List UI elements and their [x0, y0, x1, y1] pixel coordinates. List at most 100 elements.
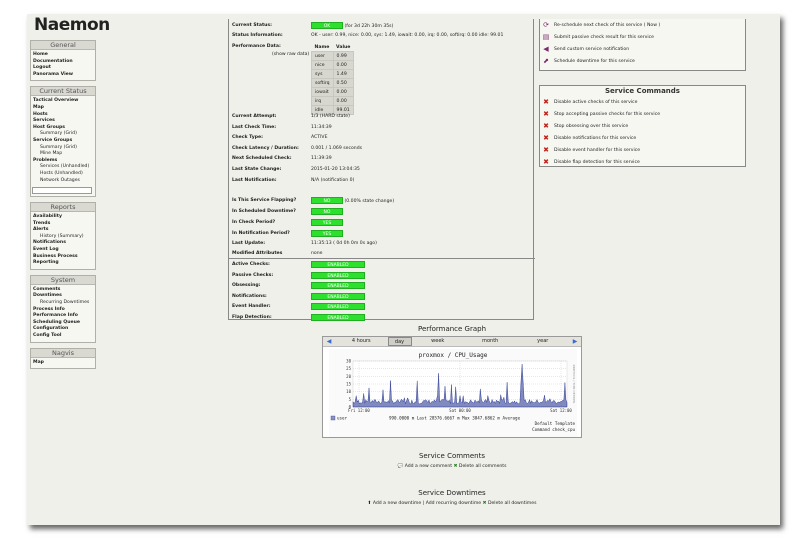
y-tick-label: 5: [349, 397, 352, 402]
perf-data-label: Performance Data:: [232, 44, 281, 49]
sidebar-link[interactable]: Recurring Downtimes: [33, 300, 94, 307]
sidebar-link[interactable]: Services (Unhandled): [33, 164, 94, 171]
toggle-row: ENABLED: [311, 282, 365, 289]
sidebar-link[interactable]: Home: [33, 52, 94, 59]
disable-x-icon: ✖: [543, 98, 549, 106]
toggle-row: ENABLED: [311, 292, 365, 300]
delete-comments-icon: ✖: [453, 464, 458, 469]
y-tick-label: 25: [346, 366, 351, 371]
enabled-badge[interactable]: ENABLED: [311, 313, 365, 321]
enabled-badge[interactable]: ENABLED: [311, 292, 365, 300]
y-tick-label: 10: [346, 389, 351, 394]
sidebar-link[interactable]: Mine Map: [33, 151, 94, 158]
prev-arrow-icon[interactable]: ◀: [323, 338, 335, 345]
perf-value: 0.00: [332, 60, 354, 70]
legend-stats: 990.0000 m Last 28576.6667 m Max 3847.68…: [389, 416, 521, 421]
sidebar-section-title: System: [31, 275, 95, 285]
performance-graph: ◀ 4 hours day week month year ▶ proxmox / CP…: [322, 336, 582, 438]
graph-timespan-tabs: ◀ 4 hours day week month year ▶: [323, 337, 581, 347]
toggle-label: Obsessing:: [232, 283, 261, 288]
disable-x-icon: ✖: [543, 134, 549, 142]
divider: [229, 258, 535, 259]
disable-x-icon: ✖: [543, 158, 549, 166]
service-command-link[interactable]: ▤ Submit passive check result for this se…: [540, 31, 745, 43]
sidebar-link[interactable]: Map: [33, 105, 94, 112]
command-label: Disable event handler for this service: [554, 147, 641, 153]
service-command-link[interactable]: ⟳ Re-schedule next check of this service …: [540, 19, 745, 31]
sidebar-link[interactable]: Event Log: [33, 247, 94, 254]
flapping-badge: NO: [311, 197, 343, 204]
timespan-tab[interactable]: month: [464, 337, 517, 346]
sidebar-link[interactable]: Performance Info: [33, 313, 94, 320]
service-downtimes-title: Service Downtimes: [418, 489, 486, 497]
perf-row: iowait 0.00: [311, 87, 354, 97]
add-recurring-downtime-link[interactable]: Add recurring downtime: [426, 501, 481, 506]
sidebar-link[interactable]: Alerts: [33, 227, 94, 234]
service-command-link[interactable]: ✖ Stop obsessing over this service: [540, 120, 745, 132]
service-command-link[interactable]: ✖ Disable flap detection for this service: [540, 156, 745, 168]
sidebar-link[interactable]: Summary (Grid): [33, 131, 94, 138]
timespan-tab[interactable]: 4 hours: [335, 337, 388, 346]
toggle-label: Notifications:: [232, 293, 267, 299]
enabled-badge[interactable]: ENABLED: [311, 282, 365, 289]
sidebar-link[interactable]: Network Outages: [33, 178, 94, 185]
sidebar-section-title: Nagvis: [31, 348, 95, 358]
sidebar-link[interactable]: Configuration: [33, 326, 94, 333]
sidebar-link[interactable]: Logout: [33, 65, 94, 72]
add-comment-link[interactable]: Add a new comment: [405, 464, 452, 469]
field-value: 11:34:39: [311, 124, 332, 130]
enabled-badge[interactable]: ENABLED: [311, 303, 365, 310]
command-label: Schedule downtime for this service: [554, 58, 635, 64]
enabled-badge[interactable]: ENABLED: [311, 271, 365, 279]
service-command-link[interactable]: ✖ Disable active checks of this service: [540, 96, 745, 108]
delete-downtimes-link[interactable]: Delete all downtimes: [488, 501, 537, 506]
delete-comments-link[interactable]: Delete all comments: [459, 464, 507, 469]
add-downtime-link[interactable]: Add a new downtime: [373, 501, 421, 506]
command-label: Re-schedule next check of this service (…: [554, 22, 661, 28]
notif-period-badge: YES: [311, 230, 343, 237]
sidebar-link[interactable]: Availability: [33, 214, 94, 221]
sidebar-link[interactable]: Service Groups: [33, 138, 94, 145]
command-label: Stop accepting passive checks for this s…: [554, 111, 661, 117]
enabled-badge[interactable]: ENABLED: [311, 261, 365, 268]
perf-header: Name: [314, 45, 330, 50]
service-comments-title: Service Comments: [418, 452, 486, 460]
next-arrow-icon[interactable]: ▶: [569, 338, 581, 345]
service-command-link[interactable]: ✖ Disable event handler for this service: [540, 144, 745, 156]
show-raw-data-link[interactable]: (show raw data): [272, 52, 309, 57]
service-command-link[interactable]: ✖ Disable notifications for this service: [540, 132, 745, 144]
field-value: N/A (notification 0): [311, 177, 355, 183]
last-update-label: Last Update:: [232, 241, 266, 246]
notif-period-label: In Notification Period?: [232, 231, 290, 236]
field-value: ACTIVE: [311, 135, 328, 141]
perf-data-table: Name Value user 0.99 nice 0.00 sys 1.49 softirq…: [311, 44, 354, 115]
service-command-link[interactable]: ◀ Send custom service notification: [540, 43, 745, 55]
timespan-tab[interactable]: day: [387, 337, 412, 346]
toggle-row: ENABLED: [311, 261, 365, 268]
sidebar-link[interactable]: Hosts (Unhandled): [33, 171, 94, 178]
sidebar-section-nagvis: Nagvis Map: [30, 347, 96, 370]
sidebar-link[interactable]: Config Tool: [33, 333, 94, 340]
sidebar-link[interactable]: Panorama View: [33, 72, 94, 79]
sidebar-link[interactable]: Reporting: [33, 260, 94, 267]
service-command-link[interactable]: ⬈ Schedule downtime for this service: [540, 55, 745, 67]
perf-value: 0.00: [332, 96, 354, 106]
field-value: 1/3 (HARD state): [311, 114, 350, 119]
naemon-logo[interactable]: Naemon: [34, 15, 112, 37]
toggle-label: Active Checks:: [232, 262, 270, 267]
downtimes-actions: ⬆ Add a new downtime | Add recurring dow…: [302, 501, 602, 506]
sidebar-link[interactable]: Map: [33, 360, 94, 367]
sidebar-section-system: System Comments Downtimes Recurring Downti…: [30, 274, 96, 343]
field-value: 0.001 / 1.069 seconds: [311, 145, 363, 151]
toggle-row: ENABLED: [311, 303, 365, 310]
quick-search-input[interactable]: [32, 187, 92, 195]
megaphone-icon: ◀: [543, 45, 549, 53]
service-command-link[interactable]: ✖ Stop accepting passive checks for this …: [540, 108, 745, 120]
toggle-row: ENABLED: [311, 271, 365, 279]
timespan-tab[interactable]: week: [412, 337, 465, 346]
sidebar-link[interactable]: Tactical Overview: [33, 98, 94, 105]
timespan-tab[interactable]: year: [517, 337, 570, 346]
service-commands-title: Service Commands: [605, 87, 680, 95]
sidebar-link[interactable]: Services: [33, 118, 94, 125]
field-label: Check Type:: [232, 135, 263, 141]
